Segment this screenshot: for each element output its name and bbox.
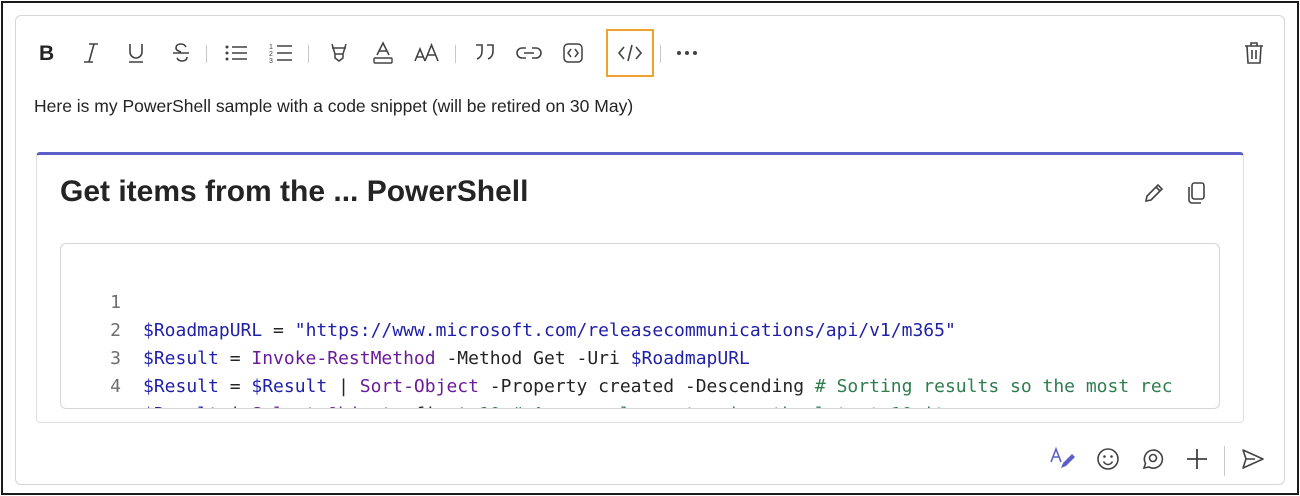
code-line: 1 $RoadmapURL = "https://www.microsoft.c… — [61, 261, 956, 341]
code-block-icon — [563, 43, 583, 63]
format-button[interactable] — [1048, 444, 1078, 474]
font-size-button[interactable] — [412, 38, 442, 68]
code-line-source: $Result = Invoke-RestMethod -Method Get … — [143, 345, 750, 373]
highlight-icon — [331, 43, 347, 62]
add-button[interactable] — [1182, 444, 1212, 474]
code-token: # Sorting results so the most rec — [814, 376, 1173, 397]
code-token: = — [262, 320, 295, 341]
copy-icon — [1188, 182, 1205, 204]
code-line-source: $RoadmapURL = "https://www.microsoft.com… — [143, 317, 956, 345]
delete-button[interactable] — [1239, 38, 1269, 68]
format-pen-icon — [1050, 446, 1075, 468]
message-text: Here is my PowerShell sample with a code… — [34, 96, 634, 116]
code-token: = — [218, 376, 252, 397]
quote-icon — [476, 44, 494, 60]
delete-icon — [1245, 42, 1263, 64]
quote-button[interactable] — [470, 38, 500, 68]
font-size-icon — [414, 43, 439, 62]
pencil-icon — [1144, 183, 1164, 203]
code-snippet-icon — [617, 44, 643, 62]
svg-text:3: 3 — [269, 58, 273, 64]
code-token: -Property created -Descending — [478, 376, 815, 397]
more-options-button[interactable] — [672, 38, 702, 68]
svg-text:2: 2 — [269, 51, 273, 58]
code-token: $Result — [251, 376, 328, 397]
code-block: 1 $RoadmapURL = "https://www.microsoft.c… — [60, 243, 1220, 409]
font-color-button[interactable] — [368, 38, 398, 68]
more-options-icon — [677, 51, 697, 55]
code-snippet-button[interactable] — [606, 29, 654, 77]
toolbar-divider — [660, 45, 661, 63]
bulleted-list-button[interactable] — [221, 38, 251, 68]
copy-snippet-button[interactable] — [1183, 179, 1211, 207]
toolbar-divider — [455, 45, 456, 63]
strikethrough-button[interactable] — [166, 38, 196, 68]
plus-icon — [1187, 449, 1207, 469]
code-line: 3 $Result = $Result | Sort-Object -Prope… — [61, 317, 1172, 397]
loop-component-button[interactable] — [1137, 444, 1167, 474]
bold-button[interactable]: B — [32, 38, 62, 68]
formatting-toolbar: B 123 — [32, 29, 1272, 77]
strikethrough-icon — [173, 43, 189, 62]
loop-icon — [1142, 449, 1164, 470]
toolbar-divider — [308, 45, 309, 63]
svg-text:1: 1 — [269, 44, 273, 51]
highlight-button[interactable] — [324, 38, 354, 68]
code-token: | — [327, 376, 360, 397]
code-token: Select-Object — [251, 404, 392, 408]
link-button[interactable] — [514, 38, 544, 68]
code-token: -Method Get -Uri — [435, 348, 631, 369]
code-token: "https://www.microsoft.com/releasecommun… — [294, 320, 956, 341]
code-token: | — [219, 404, 252, 408]
code-snippet-card: Get items from the ... PowerShell 1 $Roa… — [36, 152, 1244, 423]
toolbar-divider — [206, 45, 207, 63]
code-token: = — [218, 348, 252, 369]
bold-icon: B — [39, 42, 54, 64]
numbered-list-button[interactable]: 123 — [266, 38, 296, 68]
send-icon — [1242, 449, 1264, 469]
edit-snippet-button[interactable] — [1140, 179, 1168, 207]
emoji-icon — [1097, 448, 1119, 470]
code-token: Sort-Object — [359, 376, 479, 397]
code-token: Invoke-RestMethod — [251, 348, 436, 369]
underline-icon — [129, 44, 143, 63]
send-button[interactable] — [1238, 444, 1268, 474]
code-token: -first — [392, 404, 479, 408]
code-block-button[interactable] — [558, 38, 588, 68]
emoji-button[interactable] — [1093, 444, 1123, 474]
code-token: 10 — [479, 404, 501, 408]
code-token: # As example, returning the latest 10 it… — [501, 404, 977, 408]
italic-icon — [84, 43, 98, 63]
screenshot-frame: B 123 Here is my PowerShell sample with … — [1, 1, 1299, 495]
code-line-source: $Result = $Result | Sort-Object -Propert… — [143, 373, 1173, 401]
link-icon — [516, 47, 542, 59]
svg-text:B: B — [39, 42, 54, 64]
bulleted-list-icon — [225, 45, 247, 61]
line-number: 4 — [110, 376, 121, 397]
underline-button[interactable] — [121, 38, 151, 68]
numbered-list-icon: 123 — [269, 44, 292, 64]
code-line-source: $Result | Select-Object -first 10 # As e… — [143, 401, 977, 408]
toolbar-divider — [1224, 446, 1225, 476]
code-token: $Result — [143, 404, 219, 408]
bottom-action-bar — [16, 444, 1286, 476]
code-line: 4 $Result | Select-Object -first 10 # As… — [61, 345, 977, 408]
italic-button[interactable] — [76, 38, 106, 68]
message-composer: B 123 Here is my PowerShell sample with … — [15, 15, 1285, 485]
snippet-title: Get items from the ... PowerShell — [60, 175, 529, 208]
code-line: 2 $Result = Invoke-RestMethod -Method Ge… — [61, 289, 750, 369]
font-color-icon — [373, 41, 393, 64]
code-token: $RoadmapURL — [630, 348, 750, 369]
